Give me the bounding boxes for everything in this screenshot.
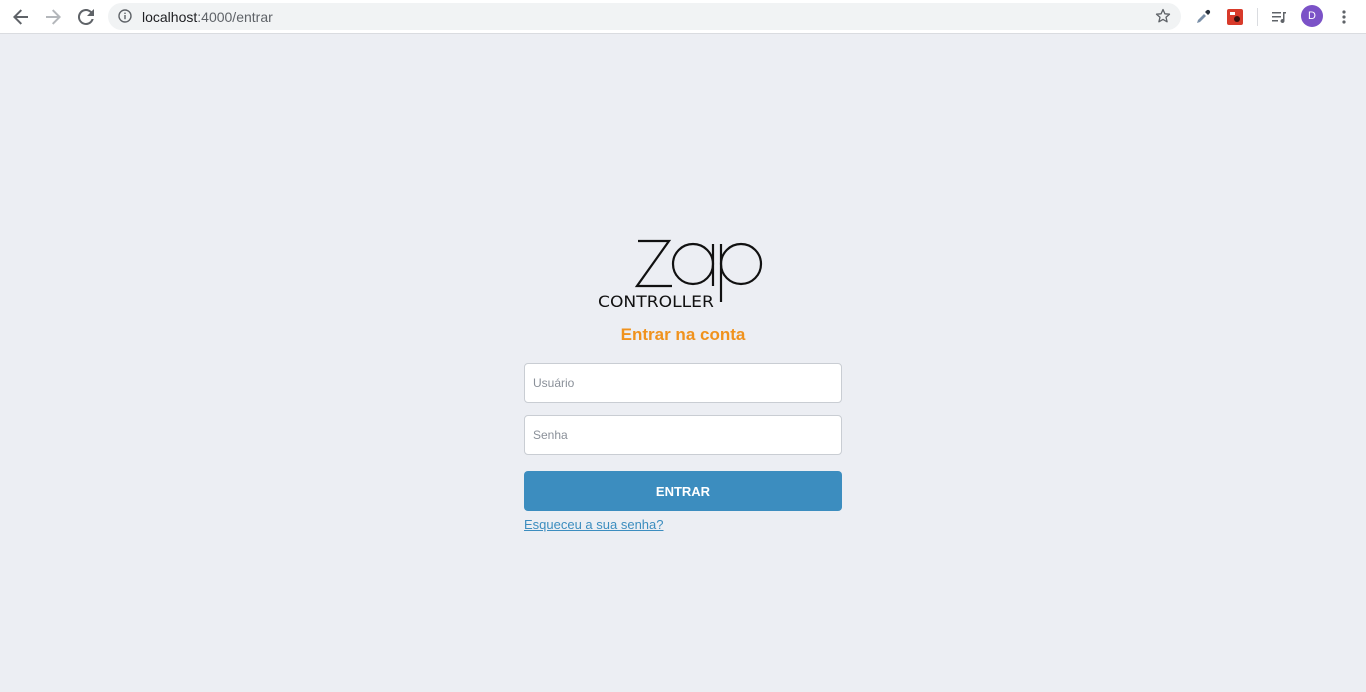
eyedropper-extension-icon[interactable]: [1190, 4, 1216, 30]
url-path: :4000/entrar: [197, 9, 273, 25]
site-info-icon[interactable]: [118, 9, 132, 28]
address-bar[interactable]: localhost:4000/entrar: [108, 3, 1181, 30]
forward-arrow-icon: [46, 9, 61, 25]
login-submit-button[interactable]: ENTRAR: [524, 471, 842, 511]
logo-subtitle: CONTROLLER: [598, 292, 714, 311]
reload-icon: [78, 9, 94, 25]
forgot-password-link[interactable]: Esqueceu a sua senha?: [524, 517, 664, 532]
password-input[interactable]: [524, 415, 842, 455]
username-input[interactable]: [524, 363, 842, 403]
zap-controller-logo: CONTROLLER: [596, 236, 772, 312]
back-arrow-icon: [13, 9, 28, 25]
url-text: localhost:4000/entrar: [142, 9, 273, 25]
login-heading: Entrar na conta: [620, 325, 746, 344]
forward-button[interactable]: [40, 4, 66, 30]
back-button[interactable]: [8, 4, 34, 30]
url-host: localhost: [142, 9, 198, 25]
toolbar-divider: [1257, 8, 1258, 26]
extension-red-icon[interactable]: [1222, 4, 1248, 30]
browser-toolbar: localhost:4000/entrar D: [0, 0, 1366, 34]
reload-button[interactable]: [73, 4, 99, 30]
media-queue-icon[interactable]: [1266, 4, 1292, 30]
profile-avatar[interactable]: D: [1301, 5, 1323, 27]
browser-menu-icon[interactable]: [1331, 4, 1357, 30]
bookmark-star-icon[interactable]: [1155, 8, 1171, 29]
